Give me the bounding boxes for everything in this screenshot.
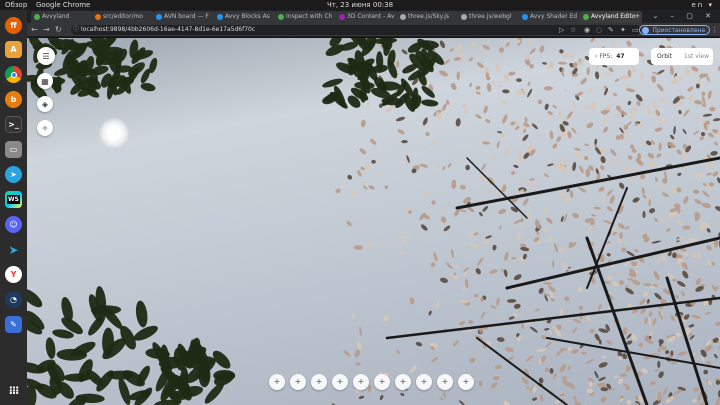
bookmark-star-icon[interactable]: ☆ [570, 23, 576, 37]
files-icon[interactable]: ▭ [5, 141, 22, 158]
tab-favicon-icon [34, 14, 40, 20]
add-tool-button[interactable]: + [395, 374, 411, 390]
tab[interactable]: Avvy Shader Ed [519, 11, 582, 23]
fps-value: 47 [616, 53, 625, 60]
tab[interactable]: Inspect with Ch [275, 11, 338, 23]
3d-viewport[interactable]: ☰ ▦ ◈ ✧ ‹ FPS: 47 Orbit 1st view + + + + + + + +… [27, 38, 720, 405]
tab-label: 3D Content - Av [347, 13, 395, 20]
puzzle-icon[interactable]: ✦ [620, 23, 626, 37]
address-bar-row: ← → ↻ ⓘ localhost:9898/4bb2606d-16ae-4147… [27, 23, 720, 37]
tab-label: Avvy Blocks As [225, 13, 270, 20]
orbit-view-button[interactable]: Orbit [657, 48, 672, 65]
tab[interactable]: 3D Content - Av [336, 11, 399, 23]
extension-icon-2[interactable]: ◌ [596, 23, 602, 37]
add-tool-button[interactable]: + [290, 374, 306, 390]
back-icon[interactable]: ← [31, 23, 38, 37]
clock-icon[interactable]: ◔ [5, 291, 22, 308]
tab[interactable]: three.js/webgl [458, 11, 521, 23]
add-tool-button[interactable]: + [437, 374, 453, 390]
extension-icon[interactable]: ◉ [584, 23, 590, 37]
tab[interactable]: AVN board — F [153, 11, 216, 23]
tab-favicon-icon [95, 14, 101, 20]
tab-label: Avvyland [42, 13, 70, 20]
menu-dots-icon[interactable]: ⋮ [711, 23, 718, 37]
software-icon[interactable]: A [5, 41, 22, 58]
shapes-icon[interactable]: ◈ [37, 96, 53, 112]
sidebar-icon[interactable]: ▭ [632, 23, 639, 37]
info-icon[interactable]: ⓘ [73, 25, 79, 35]
tab-favicon-icon [339, 14, 345, 20]
tab-label: Inspect with Ch [286, 13, 333, 20]
tab[interactable]: src/editor/mo [92, 11, 155, 23]
profile-status: Приостановлена [652, 27, 705, 34]
blender-icon[interactable]: b [5, 91, 22, 108]
fps-counter: ‹ FPS: 47 [589, 48, 639, 65]
dock: ff A b >_ ▭ ➤ WS ☺ ➤ Y ◔ ✎ ⁝⁝⁝ [0, 10, 27, 405]
new-tab-button[interactable]: + ⌄ – ▢ ✕ [634, 10, 716, 23]
profile-button[interactable]: Приостановлена [639, 25, 710, 35]
add-tool-button[interactable]: + [374, 374, 390, 390]
tab-label: src/editor/mo [103, 13, 143, 20]
extension-icon-3[interactable]: ✎ [608, 23, 614, 37]
tab-label: AVN board — F [164, 13, 209, 20]
tab-label: three.js/Sky.js [408, 13, 450, 20]
terminal-icon[interactable]: >_ [5, 116, 22, 133]
tab-favicon-icon [583, 14, 589, 20]
cast-icon[interactable]: ▷ [559, 23, 564, 37]
tab-favicon-icon [522, 14, 528, 20]
tab[interactable]: three.js/Sky.js [397, 11, 460, 23]
tree-scene [27, 38, 720, 405]
tab-label: Avvyland Edito [591, 13, 636, 20]
grid-icon[interactable]: ▦ [37, 73, 53, 89]
os-top-bar: Обзор Google Chrome Чт, 23 июня 00:38 en… [0, 0, 720, 10]
add-tool-button[interactable]: + [269, 374, 285, 390]
notes-icon[interactable]: ✎ [5, 316, 22, 333]
telegram-icon[interactable]: ➤ [5, 166, 22, 183]
tab[interactable]: Avvy Blocks As [214, 11, 277, 23]
webstorm-icon[interactable]: WS [5, 191, 22, 208]
chrome-window: Avvyland src/editor/mo AVN board — F Avvy B… [27, 10, 720, 405]
url-text: localhost:9898/4bb2606d-16ae-4147-8d1e-6… [81, 26, 256, 33]
tab-favicon-icon [156, 14, 162, 20]
add-tool-button[interactable]: + [416, 374, 432, 390]
tab-favicon-icon [217, 14, 223, 20]
fps-chevron-icon[interactable]: ‹ [595, 53, 597, 60]
add-tool-button[interactable]: + [311, 374, 327, 390]
url-field[interactable]: ⓘ localhost:9898/4bb2606d-16ae-4147-8d1e-… [71, 25, 641, 35]
chrome-icon[interactable] [5, 66, 22, 83]
tab-strip: Avvyland src/editor/mo AVN board — F Avvy B… [27, 10, 720, 23]
forward-icon[interactable]: → [43, 23, 50, 37]
first-person-view-button[interactable]: 1st view [684, 48, 709, 65]
clock[interactable]: Чт, 23 июня 00:38 [0, 0, 720, 10]
discord-icon[interactable]: ☺ [5, 216, 22, 233]
telegram-alt-icon[interactable]: ➤ [5, 241, 22, 258]
system-tray[interactable]: en ▾ [692, 0, 715, 10]
view-mode-toggle: Orbit 1st view [651, 48, 713, 65]
add-tool-button[interactable]: + [332, 374, 348, 390]
fps-label: FPS: [599, 53, 613, 60]
lang-indicator[interactable]: en [692, 1, 705, 9]
magic-icon[interactable]: ✧ [37, 120, 53, 136]
reload-icon[interactable]: ↻ [55, 23, 62, 37]
tab-favicon-icon [461, 14, 467, 20]
yandex-icon[interactable]: Y [5, 266, 22, 283]
apps-grid-icon[interactable]: ⁝⁝⁝ [5, 382, 22, 399]
tab[interactable]: Avvyland [31, 11, 94, 23]
tab-label: Avvy Shader Ed [530, 13, 578, 20]
menu-icon[interactable]: ☰ [37, 47, 55, 65]
tab-favicon-icon [400, 14, 406, 20]
add-tool-button[interactable]: + [353, 374, 369, 390]
add-tool-button[interactable]: + [458, 374, 474, 390]
avatar [642, 27, 650, 34]
tab-favicon-icon [278, 14, 284, 20]
firefox-icon[interactable]: ff [5, 17, 22, 34]
tab-label: three.js/webgl [469, 13, 512, 20]
